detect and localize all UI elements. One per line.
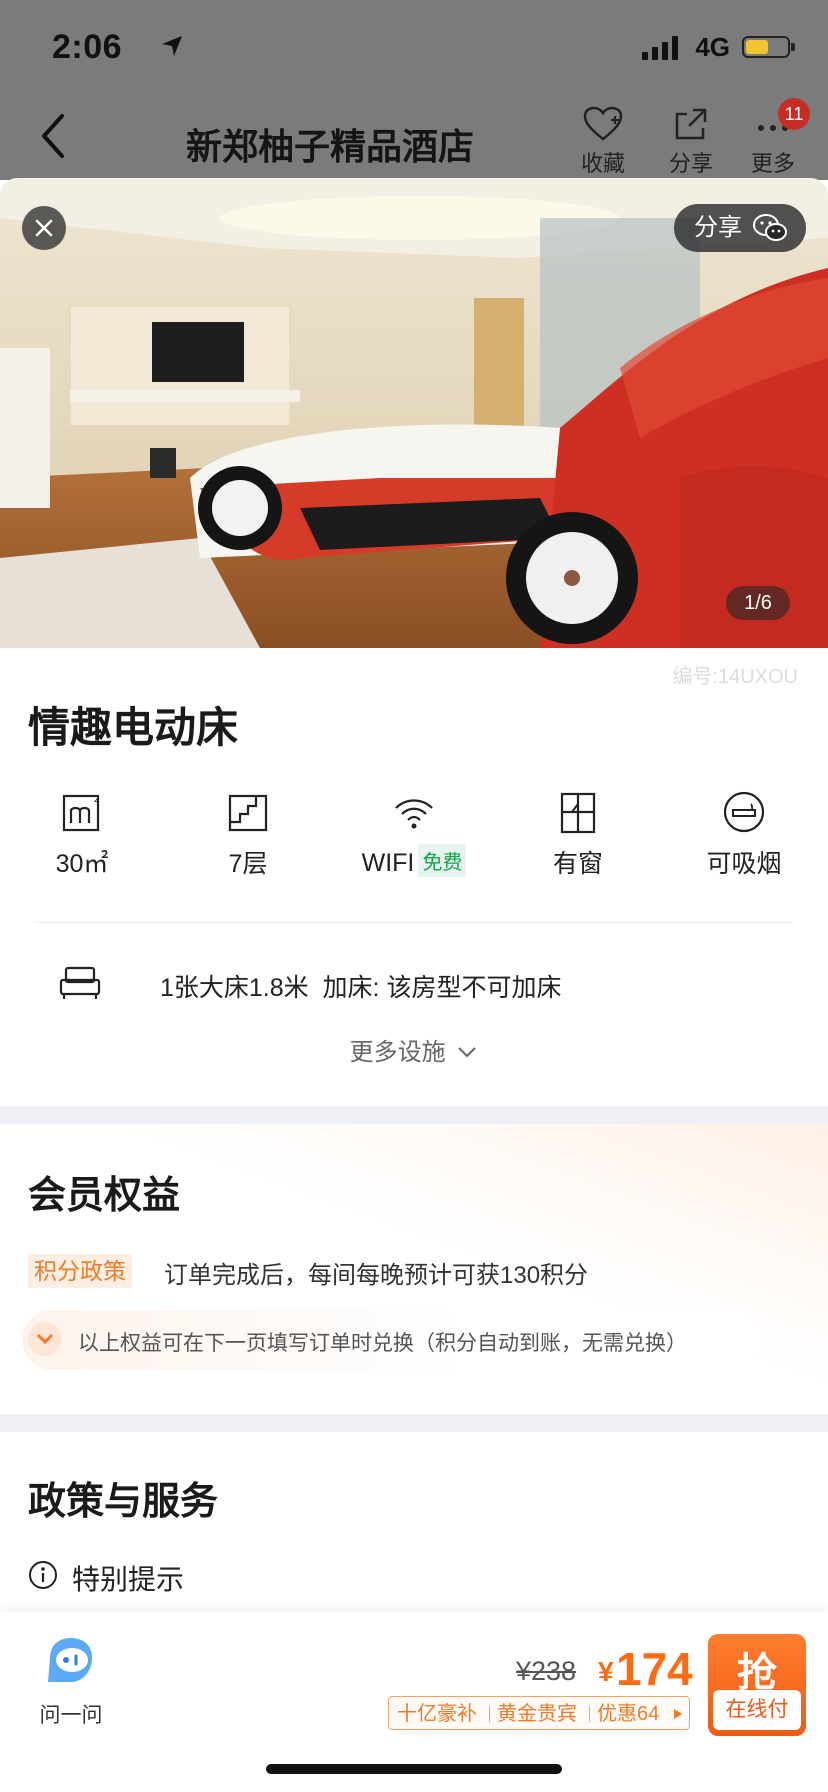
info-icon xyxy=(29,1561,57,1589)
room-name: 情趣电动床 xyxy=(28,704,239,751)
promo-1: 十亿豪补 xyxy=(397,1703,477,1725)
promo-3: 优惠64 xyxy=(597,1703,660,1725)
floor-icon xyxy=(228,794,268,832)
caret-right-icon xyxy=(674,1709,682,1719)
special-notice-label: 特别提示 xyxy=(72,1564,185,1595)
photo-counter: 1/6 xyxy=(726,586,790,620)
favorite-label: 收藏 xyxy=(580,151,625,176)
heart-icon xyxy=(583,106,623,141)
facility-smoking-label: 可吸烟 xyxy=(706,850,782,878)
promo-badge[interactable]: 十亿豪补 黄金贵宾 优惠64 xyxy=(388,1696,690,1730)
bed-icon xyxy=(59,966,101,999)
signal-icon xyxy=(642,36,678,60)
svg-text:2: 2 xyxy=(94,794,100,805)
more-facilities-label: 更多设施 xyxy=(349,1039,446,1066)
section-gap xyxy=(0,1106,828,1124)
chevron-down-icon xyxy=(458,1047,477,1058)
area-icon: 2 xyxy=(62,794,100,832)
points-policy-tag: 积分政策 xyxy=(28,1254,132,1288)
more-facilities-button[interactable]: 更多设施 xyxy=(0,1032,828,1067)
share-icon xyxy=(675,108,707,140)
price-currency: ¥ xyxy=(598,1656,614,1687)
smoking-icon xyxy=(723,791,765,833)
facility-list: 2 30㎡ 7层 WIFI 免费 有窗 可吸烟 xyxy=(0,790,828,890)
wechat-share-button[interactable]: 分享 xyxy=(674,204,806,252)
book-button[interactable]: 抢 在线付 xyxy=(708,1634,806,1736)
facility-area: 2 30㎡ xyxy=(2,790,162,880)
pay-online-label: 在线付 xyxy=(713,1690,801,1730)
points-policy-text: 订单完成后，每间每晚预计可获130积分 xyxy=(164,1262,589,1289)
bed-info-row: 1张大床1.8米 加床: 该房型不可加床 xyxy=(0,956,828,1016)
section-gap xyxy=(0,1414,828,1432)
room-code: 编号:14UXOU xyxy=(672,666,798,688)
current-price: 174 xyxy=(616,1643,693,1695)
facility-area-label: 30㎡ xyxy=(55,850,109,878)
close-gallery-button[interactable] xyxy=(22,206,66,250)
facility-wifi: WIFI 免费 xyxy=(334,790,494,878)
favorite-button[interactable]: 收藏 xyxy=(568,106,638,178)
member-benefits-section: 会员权益 积分政策 订单完成后，每间每晚预计可获130积分 以上权益可在下一页填… xyxy=(0,1124,828,1414)
home-indicator xyxy=(266,1764,562,1774)
divider xyxy=(34,922,794,923)
window-icon xyxy=(560,792,596,834)
facility-smoking: 可吸烟 xyxy=(664,790,824,880)
room-photo[interactable]: 分享 1/6 xyxy=(0,178,828,648)
close-icon xyxy=(35,219,53,237)
battery-icon xyxy=(742,36,795,58)
more-label: 更多 xyxy=(750,151,795,176)
facility-window-label: 有窗 xyxy=(552,850,603,878)
status-time: 2:06 xyxy=(52,28,123,66)
benefit-tip-text: 以上权益可在下一页填写订单时兑换（积分自动到账，无需兑换） xyxy=(78,1332,687,1355)
assistant-bot-icon xyxy=(48,1638,92,1682)
hotel-title: 新郑柚子精品酒店 xyxy=(186,126,475,167)
room-detail-sheet: 分享 1/6 编号:14UXOU 情趣电动床 2 30㎡ 7层 WIFI 免费 有… xyxy=(0,178,828,1792)
ask-label: 问一问 xyxy=(39,1704,103,1727)
wechat-share-label: 分享 xyxy=(694,214,742,241)
network-type: 4G xyxy=(695,32,730,62)
facility-floor-label: 7层 xyxy=(228,850,268,878)
original-price: ¥238 xyxy=(516,1656,577,1686)
location-arrow-icon xyxy=(162,36,182,56)
facility-window: 有窗 xyxy=(498,790,658,880)
wifi-icon xyxy=(395,799,433,829)
benefit-tip: 以上权益可在下一页填写订单时兑换（积分自动到账，无需兑换） xyxy=(22,1310,762,1370)
facility-floor: 7层 xyxy=(168,790,328,880)
promo-2: 黄金贵宾 xyxy=(497,1703,577,1725)
bed-info-text: 1张大床1.8米 加床: 该房型不可加床 xyxy=(160,974,562,1002)
more-badge: 11 xyxy=(778,98,810,130)
policy-heading: 政策与服务 xyxy=(28,1481,219,1523)
ask-button[interactable]: 问一问 xyxy=(34,1636,108,1729)
back-icon[interactable] xyxy=(34,110,74,162)
chevron-down-badge-icon xyxy=(28,1322,62,1356)
status-bar: 2:06 4G xyxy=(0,0,828,96)
wechat-icon xyxy=(753,214,787,241)
wifi-free-tag: 免费 xyxy=(418,844,467,877)
share-button[interactable]: 分享 xyxy=(656,106,726,178)
nav-bar: 新郑柚子精品酒店 收藏 分享 更多 11 xyxy=(0,96,828,180)
member-heading: 会员权益 xyxy=(28,1175,181,1217)
facility-wifi-label: WIFI xyxy=(361,849,415,877)
share-label: 分享 xyxy=(668,151,713,176)
